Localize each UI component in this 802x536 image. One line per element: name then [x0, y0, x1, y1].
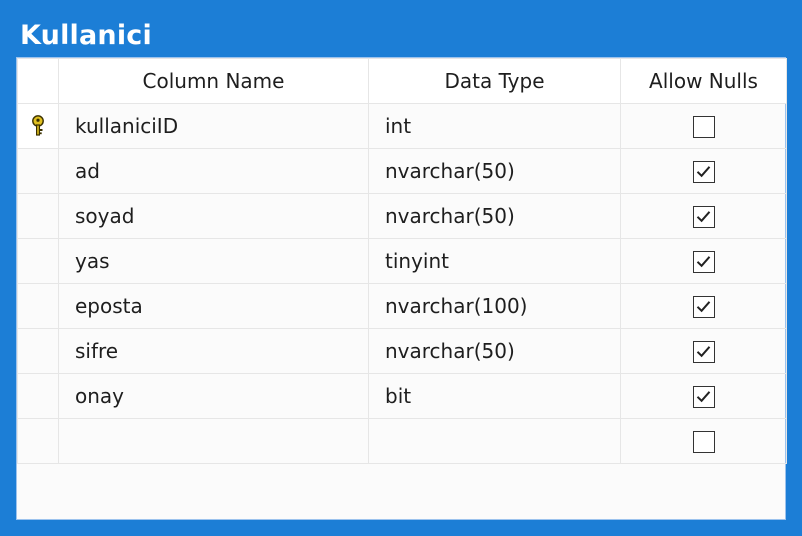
allow-nulls-cell — [620, 373, 787, 419]
allow-nulls-cell — [620, 148, 787, 194]
data-type-cell[interactable]: int — [368, 103, 621, 149]
allow-nulls-cell — [620, 283, 787, 329]
allow-nulls-cell — [620, 238, 787, 284]
column-name-cell[interactable]: ad — [58, 148, 369, 194]
column-name-cell[interactable]: eposta — [58, 283, 369, 329]
row-selector-header — [17, 58, 59, 104]
row-selector[interactable] — [17, 373, 59, 419]
column-name-cell[interactable]: yas — [58, 238, 369, 284]
data-type-header[interactable]: Data Type — [368, 58, 621, 104]
column-row[interactable] — [17, 418, 787, 464]
allow-nulls-cell — [620, 103, 787, 149]
checkmark-icon — [696, 301, 710, 313]
allow-nulls-checkbox[interactable] — [692, 206, 715, 229]
table-designer-window: Kullanici Column Name Data Type Allow Nu… — [0, 0, 802, 536]
grid-header-row: Column Name Data Type Allow Nulls — [17, 58, 787, 104]
data-type-cell[interactable]: nvarchar(50) — [368, 193, 621, 239]
column-row[interactable]: ad nvarchar(50) — [17, 148, 787, 194]
allow-nulls-checkbox[interactable] — [692, 341, 715, 364]
allow-nulls-cell — [620, 418, 787, 464]
checkmark-icon — [696, 166, 710, 178]
data-type-cell[interactable]: tinyint — [368, 238, 621, 284]
data-type-cell[interactable]: bit — [368, 373, 621, 419]
row-selector[interactable] — [17, 103, 59, 149]
checkmark-icon — [696, 391, 710, 403]
row-selector[interactable] — [17, 328, 59, 374]
row-selector[interactable] — [17, 193, 59, 239]
allow-nulls-cell — [620, 328, 787, 374]
allow-nulls-checkbox[interactable] — [692, 386, 715, 409]
allow-nulls-checkbox[interactable] — [692, 251, 715, 274]
column-grid-panel: Column Name Data Type Allow Nulls kullan… — [16, 57, 787, 520]
checkmark-icon — [696, 211, 710, 223]
allow-nulls-header[interactable]: Allow Nulls — [620, 58, 787, 104]
column-row[interactable]: onay bit — [17, 373, 787, 419]
data-type-cell[interactable]: nvarchar(50) — [368, 148, 621, 194]
allow-nulls-checkbox[interactable] — [692, 431, 715, 454]
data-type-cell[interactable] — [368, 418, 621, 464]
checkmark-icon — [696, 346, 710, 358]
column-grid: Column Name Data Type Allow Nulls kullan… — [17, 58, 787, 464]
row-selector[interactable] — [17, 238, 59, 284]
column-name-cell[interactable] — [58, 418, 369, 464]
table-title: Kullanici — [20, 20, 152, 51]
allow-nulls-cell — [620, 193, 787, 239]
allow-nulls-checkbox[interactable] — [692, 161, 715, 184]
checkmark-icon — [696, 256, 710, 268]
column-row[interactable]: kullaniciID int — [17, 103, 787, 149]
column-name-cell[interactable]: sifre — [58, 328, 369, 374]
data-type-cell[interactable]: nvarchar(50) — [368, 328, 621, 374]
primary-key-icon — [32, 115, 44, 136]
column-row[interactable]: eposta nvarchar(100) — [17, 283, 787, 329]
row-selector[interactable] — [17, 418, 59, 464]
column-name-cell[interactable]: kullaniciID — [58, 103, 369, 149]
row-selector[interactable] — [17, 283, 59, 329]
column-row[interactable]: yas tinyint — [17, 238, 787, 284]
allow-nulls-checkbox[interactable] — [692, 116, 715, 139]
column-row[interactable]: sifre nvarchar(50) — [17, 328, 787, 374]
row-selector[interactable] — [17, 148, 59, 194]
data-type-cell[interactable]: nvarchar(100) — [368, 283, 621, 329]
column-name-cell[interactable]: soyad — [58, 193, 369, 239]
allow-nulls-checkbox[interactable] — [692, 296, 715, 319]
column-name-header[interactable]: Column Name — [58, 58, 369, 104]
column-name-cell[interactable]: onay — [58, 373, 369, 419]
column-row[interactable]: soyad nvarchar(50) — [17, 193, 787, 239]
